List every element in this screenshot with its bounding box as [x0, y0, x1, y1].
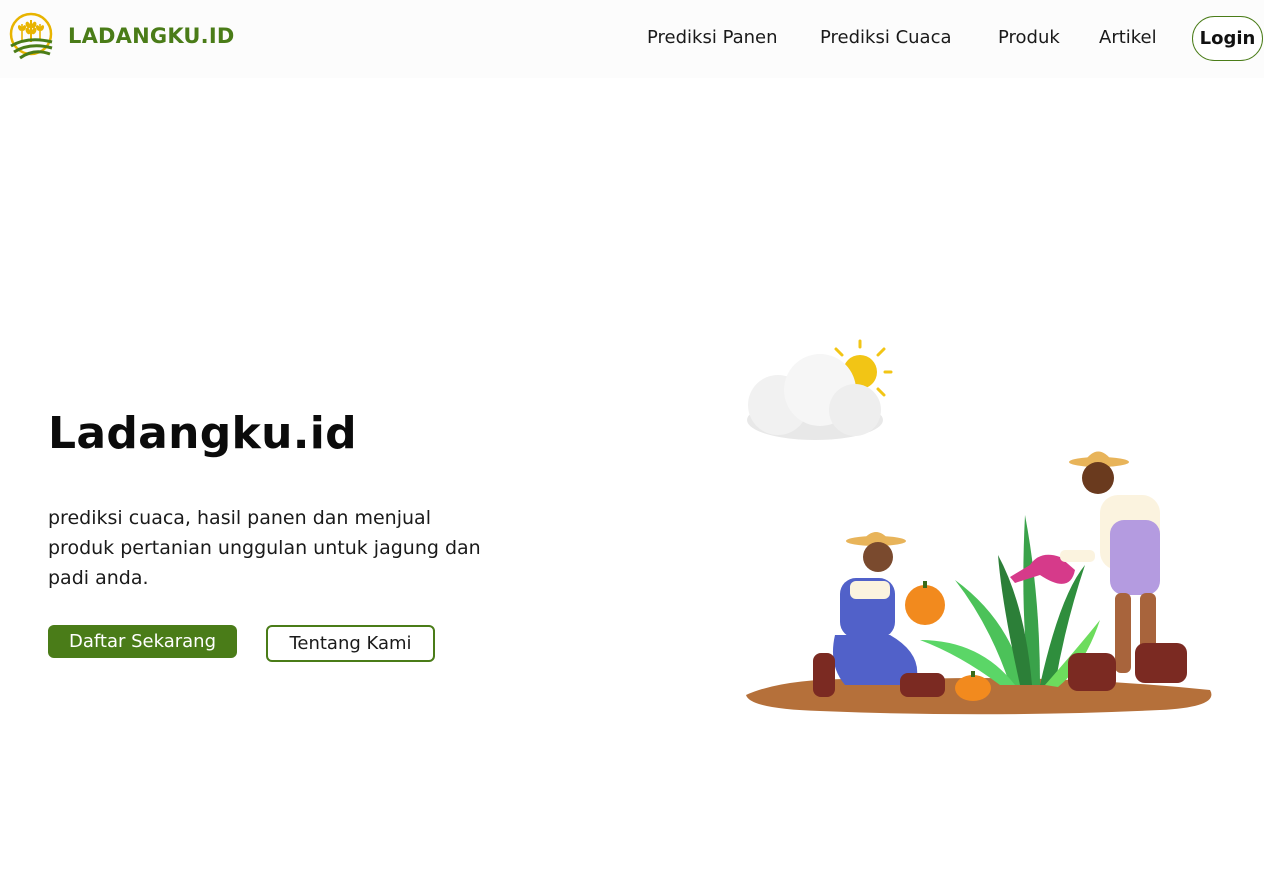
navbar: LADANGKU.ID Prediksi Panen Prediksi Cuac…: [0, 0, 1264, 78]
farmers-watering-plants-illustration: [746, 339, 1212, 715]
nav-links: Prediksi Panen Prediksi Cuaca Produk Art…: [0, 0, 1264, 78]
daftar-sekarang-button[interactable]: Daftar Sekarang: [48, 625, 237, 658]
kneeling-farmer-illustration: [813, 532, 945, 697]
nav-prediksi-panen[interactable]: Prediksi Panen: [647, 27, 778, 48]
tentang-kami-button[interactable]: Tentang Kami: [266, 625, 435, 662]
hero-description: prediksi cuaca, hasil panen dan menjual …: [48, 507, 481, 589]
login-button[interactable]: Login: [1192, 16, 1263, 61]
nav-prediksi-cuaca[interactable]: Prediksi Cuaca: [820, 27, 952, 48]
nav-artikel[interactable]: Artikel: [1099, 27, 1157, 48]
hero-title: Ladangku.id: [48, 408, 357, 459]
nav-produk[interactable]: Produk: [998, 27, 1060, 48]
